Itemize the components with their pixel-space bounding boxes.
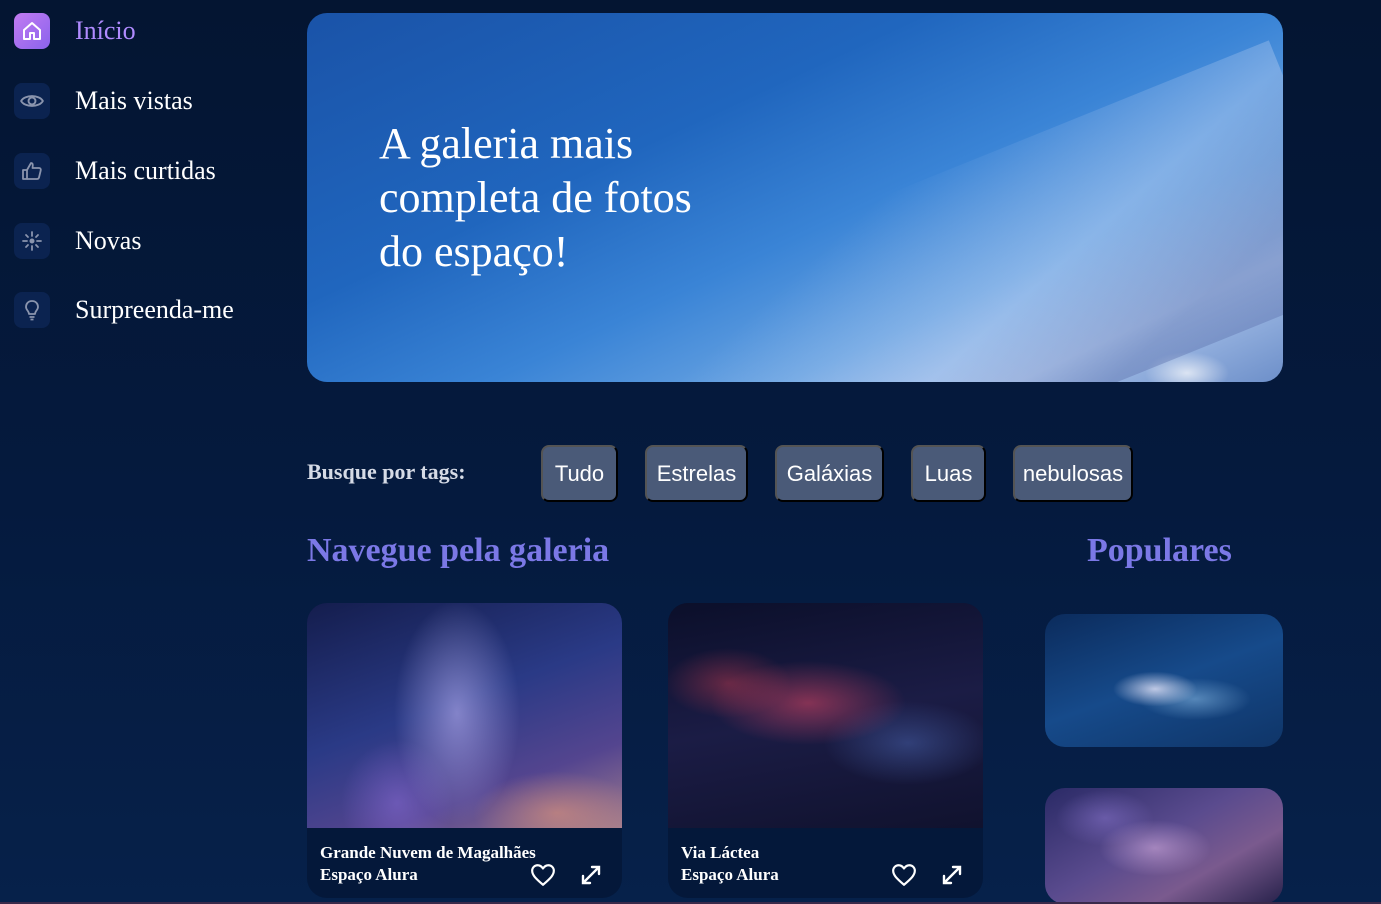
- gallery-title: Navegue pela galeria: [307, 532, 610, 569]
- thumbs-up-icon: [14, 153, 50, 189]
- tag-estrelas[interactable]: Estrelas: [645, 445, 748, 502]
- sidebar-item-mais-curtidas[interactable]: Mais curtidas: [14, 153, 216, 189]
- card-source: Espaço Alura: [320, 865, 418, 884]
- card-image[interactable]: [307, 603, 622, 828]
- card-title: Via Láctea: [681, 843, 760, 862]
- tags-label: Busque por tags:: [307, 459, 466, 484]
- popular-image[interactable]: [1045, 788, 1283, 904]
- popular-title: Populares: [1087, 532, 1232, 569]
- gallery-card: Via Láctea Espaço Alura: [668, 603, 983, 898]
- expand-icon[interactable]: [939, 862, 965, 888]
- tag-luas[interactable]: Luas: [911, 445, 986, 502]
- card-source: Espaço Alura: [681, 865, 779, 884]
- card-footer: Via Láctea Espaço Alura: [668, 828, 983, 898]
- lightbulb-icon: [14, 292, 50, 328]
- heart-icon[interactable]: [891, 862, 917, 888]
- popular-image[interactable]: [1045, 614, 1283, 747]
- hero-title: A galeria mais completa de fotos do espa…: [379, 119, 692, 276]
- expand-icon[interactable]: [578, 862, 604, 888]
- card-footer: Grande Nuvem de Magalhães Espaço Alura: [307, 828, 622, 898]
- tag-nebulosas[interactable]: nebulosas: [1013, 445, 1133, 502]
- card-image[interactable]: [668, 603, 983, 828]
- gallery-card: Grande Nuvem de Magalhães Espaço Alura: [307, 603, 622, 898]
- sidebar-item-label: Surpreenda-me: [75, 295, 234, 324]
- heart-icon[interactable]: [530, 862, 556, 888]
- sidebar-item-label: Início: [75, 16, 136, 45]
- sidebar-item-label: Mais curtidas: [75, 156, 216, 185]
- tag-galaxias[interactable]: Galáxias: [775, 445, 884, 502]
- sidebar-item-mais-vistas[interactable]: Mais vistas: [14, 83, 193, 119]
- hero-banner: A galeria mais completa de fotos do espa…: [307, 13, 1283, 382]
- card-title: Grande Nuvem de Magalhães: [320, 843, 536, 862]
- eye-icon: [14, 83, 50, 119]
- sidebar-item-label: Novas: [75, 226, 142, 255]
- sidebar-item-surpreenda-me[interactable]: Surpreenda-me: [14, 292, 234, 328]
- sidebar-item-inicio[interactable]: Início: [14, 13, 136, 49]
- sidebar-item-label: Mais vistas: [75, 86, 193, 115]
- sparkle-icon: [14, 223, 50, 259]
- tag-tudo[interactable]: Tudo: [541, 445, 618, 502]
- sidebar-item-novas[interactable]: Novas: [14, 223, 141, 259]
- home-icon: [14, 13, 50, 49]
